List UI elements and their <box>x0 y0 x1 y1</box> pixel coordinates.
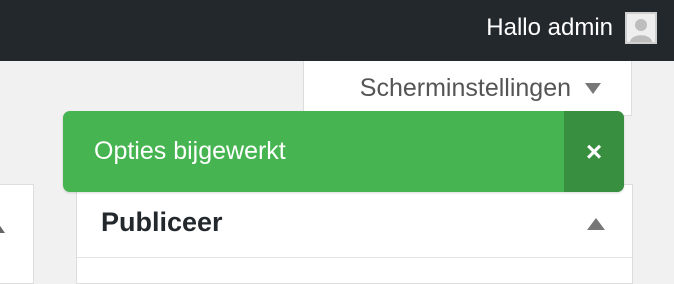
metabox-title[interactable]: Publiceer <box>101 207 223 238</box>
screen-options-button[interactable]: Scherminstellingen <box>303 61 632 116</box>
greeting-text[interactable]: Hallo admin <box>486 14 613 42</box>
side-metabox-partial <box>0 184 34 284</box>
success-notice: Opties bijgewerkt × <box>63 111 624 192</box>
triangle-up-icon[interactable] <box>587 218 605 230</box>
triangle-down-icon <box>585 82 601 94</box>
account-menu[interactable]: Hallo admin <box>486 10 657 46</box>
user-avatar-icon[interactable] <box>625 12 657 44</box>
publish-metabox: Publiceer <box>76 184 633 284</box>
triangle-up-icon[interactable] <box>0 223 5 233</box>
admin-bar: Hallo admin <box>0 0 674 61</box>
notice-message: Opties bijgewerkt <box>94 137 286 165</box>
close-icon[interactable]: × <box>564 111 624 192</box>
screen-options-label: Scherminstellingen <box>359 73 571 102</box>
metabox-divider <box>77 257 632 258</box>
